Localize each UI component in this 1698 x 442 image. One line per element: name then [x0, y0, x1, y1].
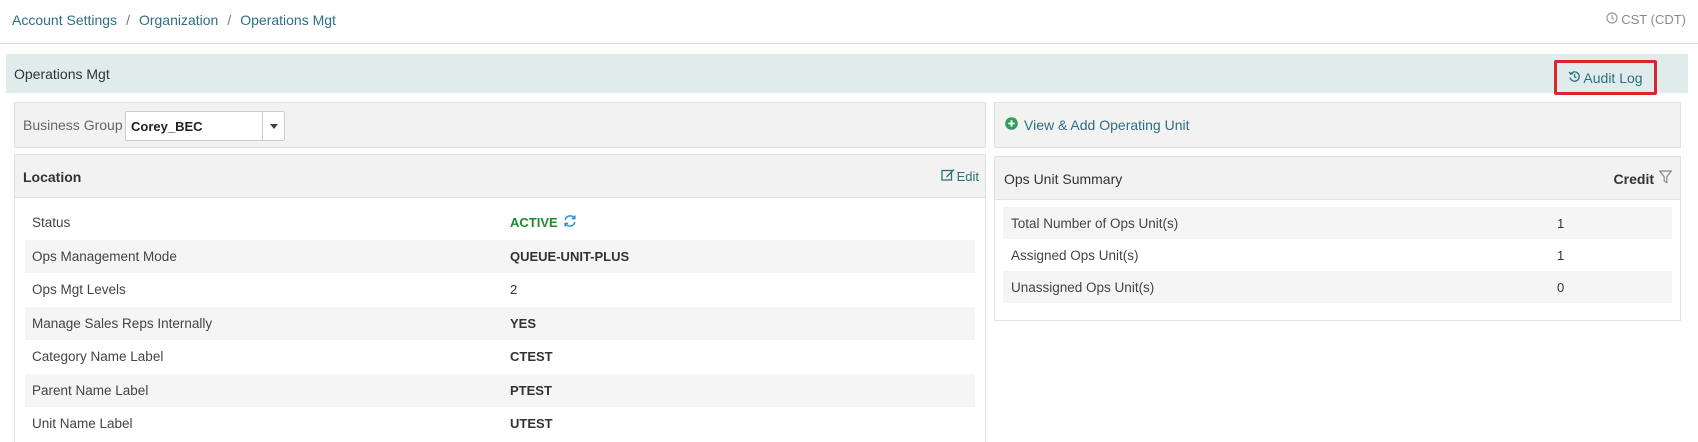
breadcrumb-operations-mgt[interactable]: Operations Mgt: [240, 12, 336, 28]
row-label: Ops Mgt Levels: [32, 282, 126, 298]
row-label: Manage Sales Reps Internally: [32, 315, 213, 331]
row-value: QUEUE-UNIT-PLUS: [510, 248, 630, 264]
ops-unit-summary-header: Ops Unit Summary Credit: [994, 156, 1681, 200]
row-value: YES: [510, 315, 537, 331]
location-row-ops-levels: Ops Mgt Levels 2: [25, 273, 975, 307]
business-group-label: Business Group: [23, 117, 123, 133]
ops-unit-link-label: View & Add Operating Unit: [1024, 117, 1190, 133]
breadcrumb-organization[interactable]: Organization: [139, 12, 218, 28]
row-label: Ops Management Mode: [32, 248, 177, 264]
location-row-sales-reps: Manage Sales Reps Internally YES: [25, 306, 975, 340]
row-label: Unit Name Label: [32, 416, 133, 432]
ops-unit-summary-title: Ops Unit Summary: [1004, 171, 1123, 187]
panel-header: Operations Mgt: [6, 54, 1688, 93]
breadcrumb-separator: /: [126, 12, 130, 28]
edit-location-link[interactable]: Edit: [940, 168, 979, 184]
row-label: Unassigned Ops Unit(s): [1011, 279, 1155, 295]
plus-circle-icon: [1005, 117, 1018, 133]
status-value: ACTIVE: [510, 214, 577, 231]
audit-log-label: Audit Log: [1583, 69, 1643, 86]
filter-icon[interactable]: [1658, 170, 1673, 187]
breadcrumb-separator: /: [227, 12, 232, 28]
summary-row-total: Total Number of Ops Unit(s) 1: [1003, 207, 1672, 239]
credit-filter[interactable]: Credit: [1613, 170, 1673, 187]
ops-unit-summary-table: Total Number of Ops Unit(s) 1 Assigned O…: [994, 200, 1681, 321]
location-row-ops-mode: Ops Management Mode QUEUE-UNIT-PLUS: [25, 239, 975, 273]
row-label: Total Number of Ops Unit(s): [1011, 215, 1179, 231]
edit-icon: [940, 168, 955, 184]
location-row-category-label: Category Name Label CTEST: [25, 340, 975, 374]
audit-log-button[interactable]: Audit Log: [1554, 60, 1657, 95]
business-group-select[interactable]: Corey_BEC: [125, 111, 285, 141]
summary-row-assigned: Assigned Ops Unit(s) 1: [1003, 239, 1672, 271]
row-value: 2: [510, 282, 518, 298]
row-value: PTEST: [510, 382, 552, 398]
caret-down-icon[interactable]: [262, 112, 284, 140]
timezone-indicator: CST (CDT): [1606, 12, 1686, 27]
timezone-label: CST (CDT): [1621, 12, 1686, 27]
business-group-value: Corey_BEC: [131, 118, 203, 134]
business-group-bar: Business Group Corey_BEC: [14, 102, 986, 148]
status-badge: ACTIVE: [510, 215, 558, 231]
row-value: 1: [1557, 247, 1565, 263]
row-value: 1: [1557, 215, 1565, 231]
summary-row-unassigned: Unassigned Ops Unit(s) 0: [1003, 271, 1672, 303]
top-bar: Account Settings / Organization / Operations…: [0, 0, 1698, 44]
edit-label: Edit: [956, 168, 979, 184]
refresh-icon[interactable]: [563, 214, 577, 231]
row-label: Category Name Label: [32, 349, 164, 365]
location-title: Location: [23, 169, 82, 185]
clock-icon: [1606, 12, 1618, 27]
row-label: Assigned Ops Unit(s): [1011, 247, 1139, 263]
view-add-operating-unit-link[interactable]: View & Add Operating Unit: [1005, 117, 1190, 133]
history-icon: [1568, 70, 1581, 86]
location-details: Status ACTIVE Ops Management Mode QUEUE-…: [14, 198, 986, 442]
location-header: Location Edit: [14, 154, 986, 198]
ops-unit-link-bar: View & Add Operating Unit: [994, 102, 1681, 148]
page-title: Operations Mgt: [14, 66, 110, 82]
row-value: UTEST: [510, 416, 553, 432]
location-row-status: Status ACTIVE: [25, 206, 975, 240]
credit-filter-label: Credit: [1613, 170, 1654, 187]
row-value: 0: [1557, 279, 1565, 295]
breadcrumb: Account Settings / Organization / Operations…: [12, 12, 336, 28]
location-row-unit-label: Unit Name Label UTEST: [25, 407, 975, 441]
row-label: Parent Name Label: [32, 382, 149, 398]
row-value: CTEST: [510, 349, 553, 365]
breadcrumb-account-settings[interactable]: Account Settings: [12, 12, 117, 28]
location-row-parent-label: Parent Name Label PTEST: [25, 373, 975, 407]
row-label: Status: [32, 215, 71, 231]
